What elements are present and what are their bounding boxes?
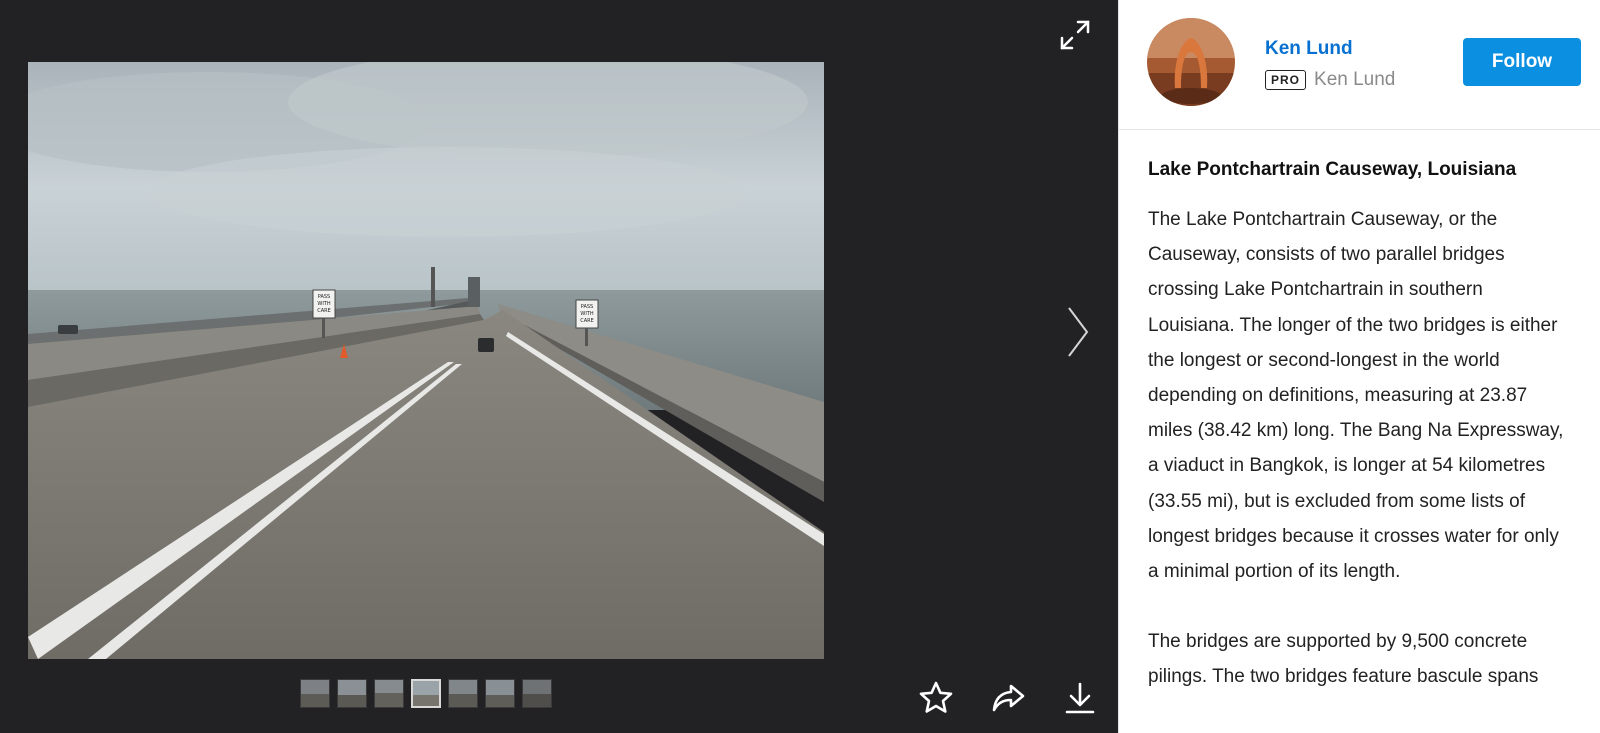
photo-viewer: PASS WITH CARE PASS WITH CARE <box>0 0 1118 733</box>
causeway-photo: PASS WITH CARE PASS WITH CARE <box>28 62 824 659</box>
sign-left-line-3: CARE <box>317 308 331 314</box>
thumbnail-strip <box>300 679 552 709</box>
sign-right-line-2: WITH <box>580 311 593 317</box>
details-panel: Ken Lund PRO Ken Lund Follow Lake Pontch… <box>1118 0 1600 733</box>
description-text: The Lake Pontchartrain Causeway, or the … <box>1148 202 1572 695</box>
thumbnail-4[interactable] <box>411 679 441 708</box>
photo-description: Lake Pontchartrain Causeway, Louisiana T… <box>1119 130 1600 695</box>
sign-right-line-1: PASS <box>581 304 593 310</box>
download-icon[interactable] <box>1062 680 1098 716</box>
star-icon[interactable] <box>918 680 954 716</box>
thumbnail-1[interactable] <box>300 679 330 708</box>
thumbnail-7[interactable] <box>522 679 552 708</box>
photo-actions <box>918 680 1098 716</box>
pro-badge: PRO <box>1265 70 1307 90</box>
main-photo[interactable]: PASS WITH CARE PASS WITH CARE <box>28 62 824 659</box>
thumbnail-2[interactable] <box>337 679 367 708</box>
sign-right-line-3: CARE <box>580 318 594 324</box>
description-paragraph-2: The bridges are supported by 9,500 concr… <box>1148 631 1539 688</box>
thumbnail-5[interactable] <box>448 679 478 708</box>
sign-left-line-2: WITH <box>317 301 330 307</box>
photo-title: Lake Pontchartrain Causeway, Louisiana <box>1148 159 1517 180</box>
share-icon[interactable] <box>990 680 1026 716</box>
follow-button[interactable]: Follow <box>1463 38 1581 86</box>
expand-icon[interactable] <box>1058 18 1092 52</box>
chevron-right-icon[interactable] <box>1064 305 1092 359</box>
pro-row: PRO Ken Lund <box>1265 69 1395 91</box>
description-paragraph-1: The Lake Pontchartrain Causeway, or the … <box>1148 209 1564 583</box>
author-name-link[interactable]: Ken Lund <box>1265 38 1353 60</box>
sign-left-line-1: PASS <box>318 294 330 300</box>
thumbnail-3[interactable] <box>374 679 404 708</box>
avatar[interactable] <box>1147 18 1235 106</box>
thumbnail-6[interactable] <box>485 679 515 708</box>
author-header: Ken Lund PRO Ken Lund Follow <box>1119 0 1600 130</box>
pro-author-name: Ken Lund <box>1314 69 1396 90</box>
